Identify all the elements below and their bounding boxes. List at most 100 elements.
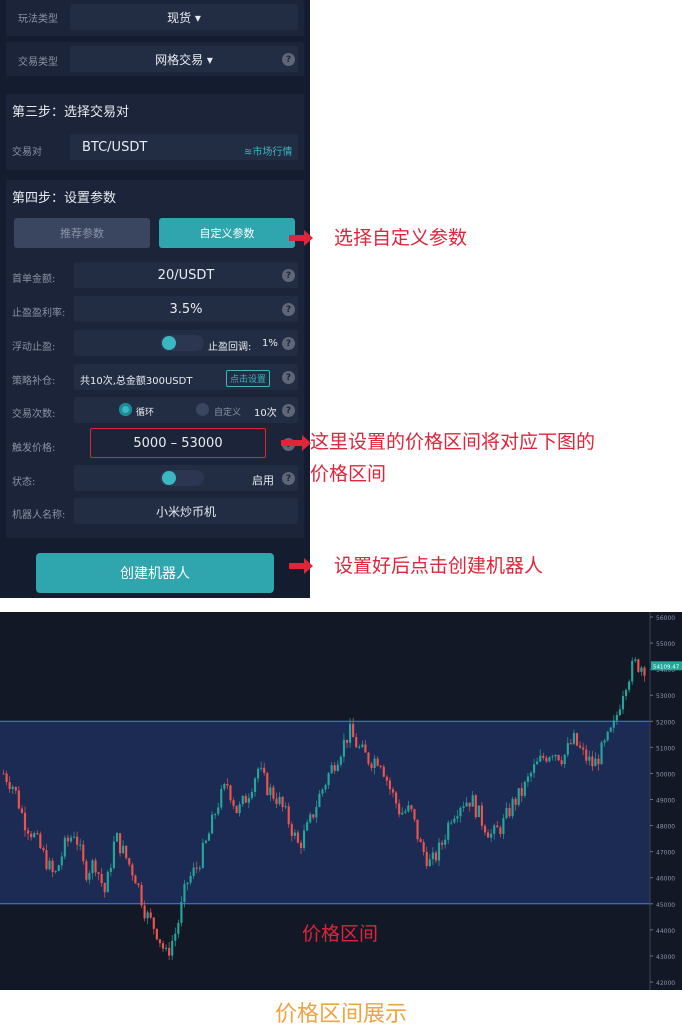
candle-body	[51, 860, 54, 873]
candle-body	[551, 756, 554, 758]
loop-radio-icon[interactable]	[119, 403, 132, 416]
status-label: 状态:	[12, 477, 36, 488]
candle-body	[100, 873, 103, 884]
candle-body	[214, 814, 217, 816]
candle-body	[355, 737, 358, 748]
toggle-knob	[162, 336, 176, 350]
trigger-price-input[interactable]: 5000 – 53000	[90, 428, 266, 458]
status-toggle[interactable]	[160, 470, 204, 486]
help-icon[interactable]: ?	[282, 472, 295, 485]
candle-body	[229, 785, 232, 801]
help-icon[interactable]: ?	[282, 371, 295, 384]
candle-body	[585, 749, 588, 761]
help-icon[interactable]: ?	[282, 269, 295, 282]
candle-body	[600, 742, 603, 765]
tab-custom[interactable]: 自定义参数	[159, 218, 295, 248]
y-tick-label: 47000	[656, 850, 675, 857]
candle-body	[45, 850, 48, 870]
candle-body	[624, 689, 628, 697]
candle-body	[471, 795, 474, 807]
trade-count-label: 交易次数:	[12, 409, 56, 420]
candle-body	[66, 837, 70, 842]
candle-body	[447, 822, 450, 840]
arrow-icon	[281, 435, 311, 451]
candle-body	[226, 784, 229, 786]
candle-body	[296, 832, 300, 843]
candle-body	[336, 764, 339, 771]
candle-body	[26, 830, 30, 834]
candle-body	[299, 842, 303, 848]
float-tp-toggle[interactable]	[160, 335, 204, 351]
play-type-select[interactable]: 现货 ▾	[70, 4, 298, 30]
help-icon[interactable]: ?	[282, 337, 295, 350]
candle-body	[207, 833, 211, 841]
play-type-label: 玩法类型	[18, 14, 58, 25]
take-profit-input[interactable]: 3.5%	[74, 296, 298, 322]
candle-body	[260, 767, 263, 769]
candle-body	[309, 814, 312, 823]
candle-body	[72, 836, 76, 838]
help-icon[interactable]: ?	[282, 53, 295, 66]
candle-body	[125, 845, 128, 859]
candle-body	[183, 884, 186, 902]
candle-body	[603, 740, 606, 743]
candle-body	[453, 818, 456, 823]
trade-type-select[interactable]: 网格交易 ▾	[70, 46, 298, 72]
candle-body	[548, 757, 551, 762]
tp-pullback-value[interactable]: 1%	[262, 338, 278, 349]
candle-body	[149, 912, 152, 918]
candle-body	[115, 833, 119, 842]
candle-body	[69, 837, 73, 842]
candle-body	[91, 860, 94, 874]
candle-body	[192, 867, 195, 876]
candle-body	[575, 733, 579, 746]
first-amount-input[interactable]: 20/USDT	[74, 262, 298, 288]
candle-body	[391, 789, 395, 793]
candle-body	[572, 733, 576, 744]
market-link[interactable]: ≋市场行情	[244, 143, 292, 158]
candle-body	[189, 875, 192, 883]
candle-body	[97, 872, 100, 874]
help-icon[interactable]: ?	[282, 404, 295, 417]
candle-body	[536, 761, 539, 765]
candle-body	[327, 773, 330, 786]
candle-body	[437, 842, 441, 861]
pair-value: BTC/USDT	[82, 139, 148, 155]
candle-body	[128, 858, 131, 865]
candle-body	[361, 744, 364, 747]
candle-body	[462, 806, 465, 808]
candle-body	[582, 747, 585, 750]
candle-body	[511, 798, 514, 817]
create-bot-button[interactable]: 创建机器人	[36, 553, 274, 593]
candle-body	[106, 871, 109, 893]
candle-body	[578, 745, 582, 748]
candle-body	[272, 787, 275, 799]
custom-radio-icon[interactable]	[196, 403, 209, 416]
dca-settings-button[interactable]: 点击设置	[226, 370, 271, 387]
candle-body	[263, 767, 266, 774]
candle-body	[618, 709, 622, 716]
y-tick-label: 42000	[656, 980, 675, 987]
arrow-icon	[289, 230, 313, 246]
candle-body	[606, 731, 609, 741]
candle-body	[85, 861, 88, 880]
candle-body	[480, 805, 484, 826]
candle-body	[253, 778, 257, 793]
candle-body	[493, 825, 496, 834]
candle-body	[529, 772, 533, 777]
candle-body	[631, 660, 634, 682]
candle-body	[330, 765, 333, 774]
help-icon[interactable]: ?	[282, 303, 295, 316]
candle-body	[554, 754, 557, 757]
price-range-band	[0, 721, 650, 904]
candle-body	[398, 803, 401, 815]
candle-body	[39, 833, 42, 849]
candle-body	[496, 825, 499, 828]
candle-body	[444, 839, 447, 845]
y-tick-label: 43000	[656, 954, 675, 961]
count-value[interactable]: 10次	[254, 404, 277, 419]
tab-recommended[interactable]: 推荐参数	[14, 218, 150, 248]
bot-name-input[interactable]: 小米炒币机	[74, 498, 298, 524]
step3-title: 第三步：选择交易对	[12, 105, 130, 120]
candle-body	[287, 806, 290, 825]
